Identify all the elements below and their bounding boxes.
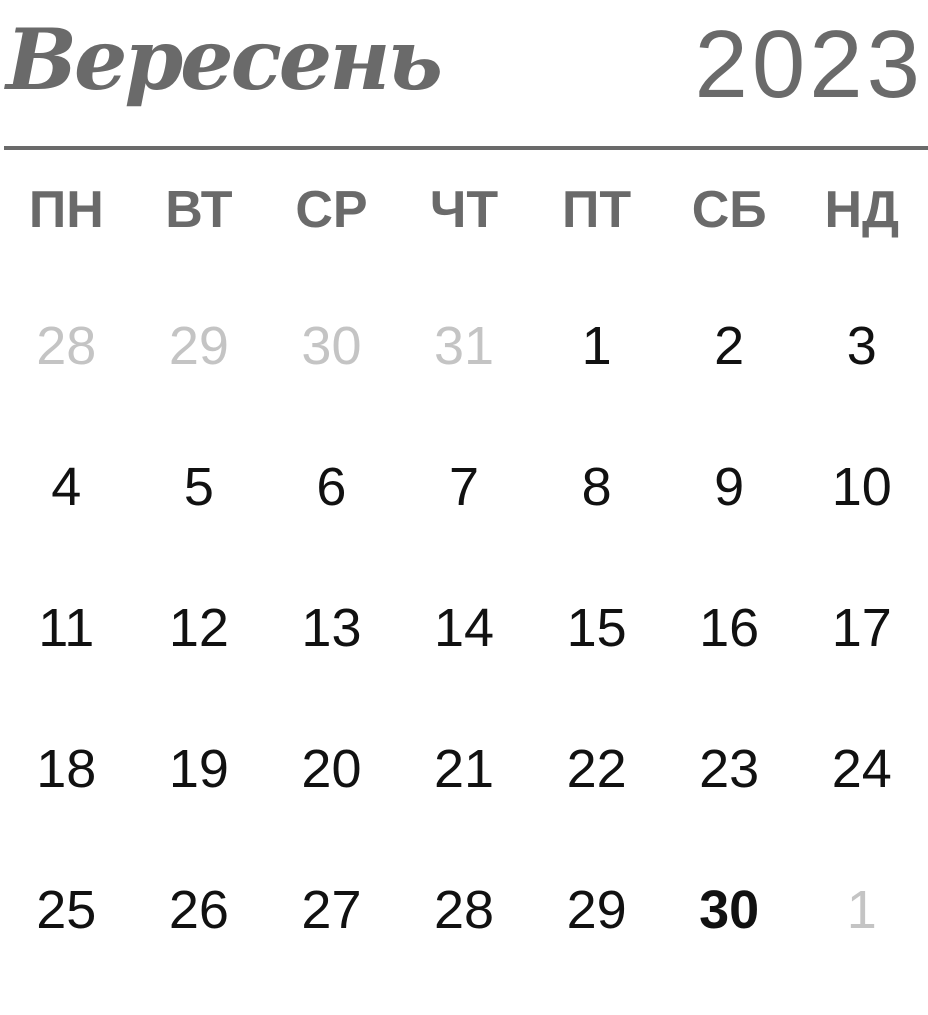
day-grid: 28 29 30 31 1 2 3 4 5 6 7 8 9 10 11 12 1… — [0, 310, 928, 1015]
day-cell[interactable]: 4 — [0, 451, 133, 592]
day-cell[interactable]: 9 — [663, 451, 796, 592]
day-cell[interactable]: 30 — [265, 310, 398, 451]
day-cell[interactable]: 1 — [530, 310, 663, 451]
day-cell[interactable]: 2 — [663, 310, 796, 451]
day-cell[interactable]: 20 — [265, 733, 398, 874]
day-cell[interactable]: 17 — [795, 592, 928, 733]
day-cell[interactable]: 7 — [398, 451, 531, 592]
day-cell[interactable]: 25 — [0, 874, 133, 1015]
calendar-header: Вересень 2023 — [0, 0, 928, 150]
week-row: 11 12 13 14 15 16 17 — [0, 592, 928, 733]
day-cell[interactable]: 16 — [663, 592, 796, 733]
day-cell[interactable]: 18 — [0, 733, 133, 874]
day-cell[interactable]: 26 — [133, 874, 266, 1015]
day-cell[interactable]: 29 — [133, 310, 266, 451]
weekday-mon: ПН — [28, 181, 104, 239]
day-cell[interactable]: 15 — [530, 592, 663, 733]
day-cell[interactable]: 31 — [398, 310, 531, 451]
day-cell[interactable]: 28 — [398, 874, 531, 1015]
day-cell[interactable]: 28 — [0, 310, 133, 451]
month-title: Вересень — [6, 10, 443, 109]
header-divider — [4, 146, 928, 150]
day-cell[interactable]: 27 — [265, 874, 398, 1015]
weekday-wed: СР — [295, 181, 368, 239]
day-cell[interactable]: 5 — [133, 451, 266, 592]
day-cell[interactable]: 3 — [795, 310, 928, 451]
day-cell[interactable]: 30 — [663, 874, 796, 1015]
weekday-sat: СБ — [691, 181, 767, 239]
day-cell[interactable]: 23 — [663, 733, 796, 874]
day-cell[interactable]: 6 — [265, 451, 398, 592]
weekday-tue: ВТ — [165, 181, 233, 239]
week-row: 28 29 30 31 1 2 3 — [0, 310, 928, 451]
weekday-thu: ЧТ — [429, 181, 499, 239]
year-title: 2023 — [694, 11, 924, 118]
day-cell[interactable]: 8 — [530, 451, 663, 592]
day-cell[interactable]: 24 — [795, 733, 928, 874]
weekday-header-row: ПН ВТ СР ЧТ ПТ СБ НД — [0, 180, 928, 240]
day-cell[interactable]: 19 — [133, 733, 266, 874]
day-cell[interactable]: 11 — [0, 592, 133, 733]
week-row: 4 5 6 7 8 9 10 — [0, 451, 928, 592]
day-cell[interactable]: 22 — [530, 733, 663, 874]
day-cell[interactable]: 21 — [398, 733, 531, 874]
week-row: 18 19 20 21 22 23 24 — [0, 733, 928, 874]
day-cell[interactable]: 14 — [398, 592, 531, 733]
day-cell[interactable]: 1 — [795, 874, 928, 1015]
day-cell[interactable]: 13 — [265, 592, 398, 733]
weekday-sun: НД — [824, 181, 900, 239]
day-cell[interactable]: 29 — [530, 874, 663, 1015]
weekday-fri: ПТ — [562, 181, 632, 239]
day-cell[interactable]: 10 — [795, 451, 928, 592]
week-row: 25 26 27 28 29 30 1 — [0, 874, 928, 1015]
day-cell[interactable]: 12 — [133, 592, 266, 733]
